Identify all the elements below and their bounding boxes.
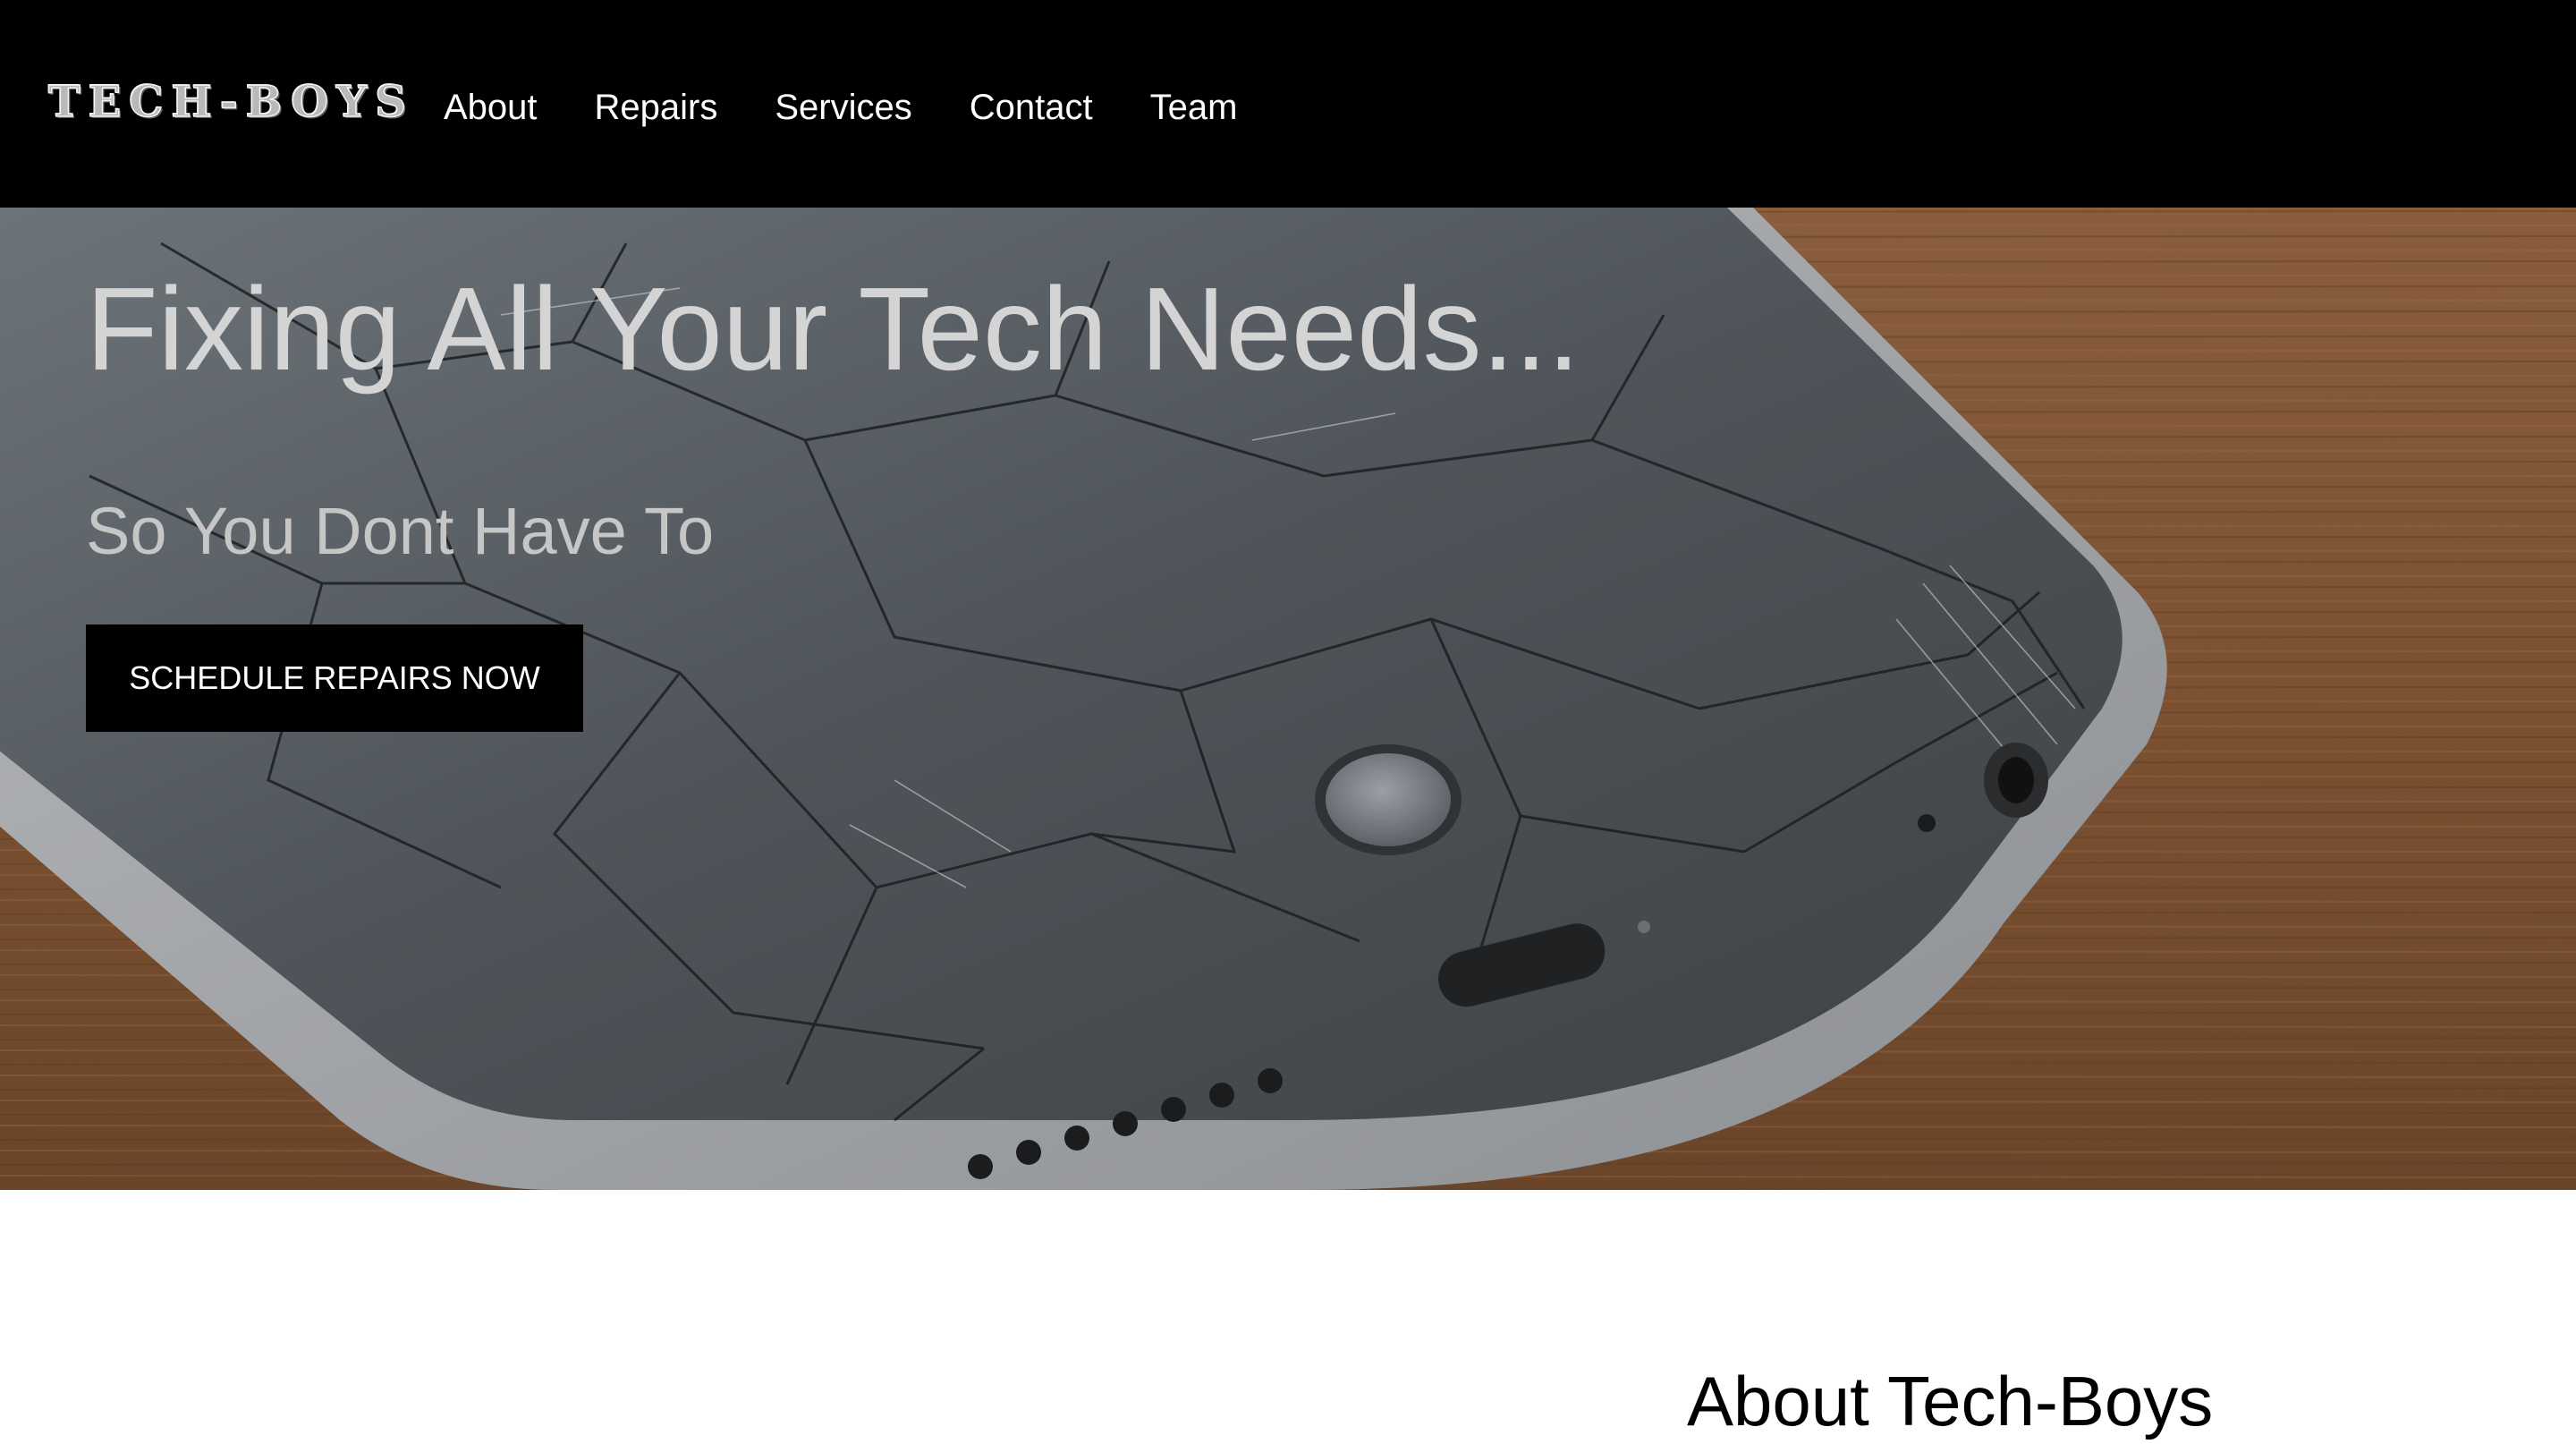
hero-section: Fixing All Your Tech Needs... So You Don… (0, 208, 2576, 1190)
logo-text: TECH-BOYS (47, 76, 414, 128)
nav-link-contact[interactable]: Contact (970, 88, 1093, 128)
main-nav: About Repairs Services Contact Team (444, 81, 1294, 134)
hero-title: Fixing All Your Tech Needs... (86, 263, 1580, 395)
nav-link-repairs[interactable]: Repairs (595, 88, 718, 128)
about-heading: About Tech-Boys (1687, 1362, 2214, 1440)
nav-link-services[interactable]: Services (775, 88, 911, 128)
nav-link-about[interactable]: About (444, 88, 538, 128)
schedule-repairs-button[interactable]: SCHEDULE REPAIRS NOW (86, 624, 583, 732)
top-navbar: TECH-BOYS About Repairs Services Contact… (0, 0, 2576, 208)
hero-subtitle: So You Dont Have To (86, 494, 715, 568)
site-logo[interactable]: TECH-BOYS (47, 73, 414, 131)
nav-link-team[interactable]: Team (1150, 88, 1238, 128)
